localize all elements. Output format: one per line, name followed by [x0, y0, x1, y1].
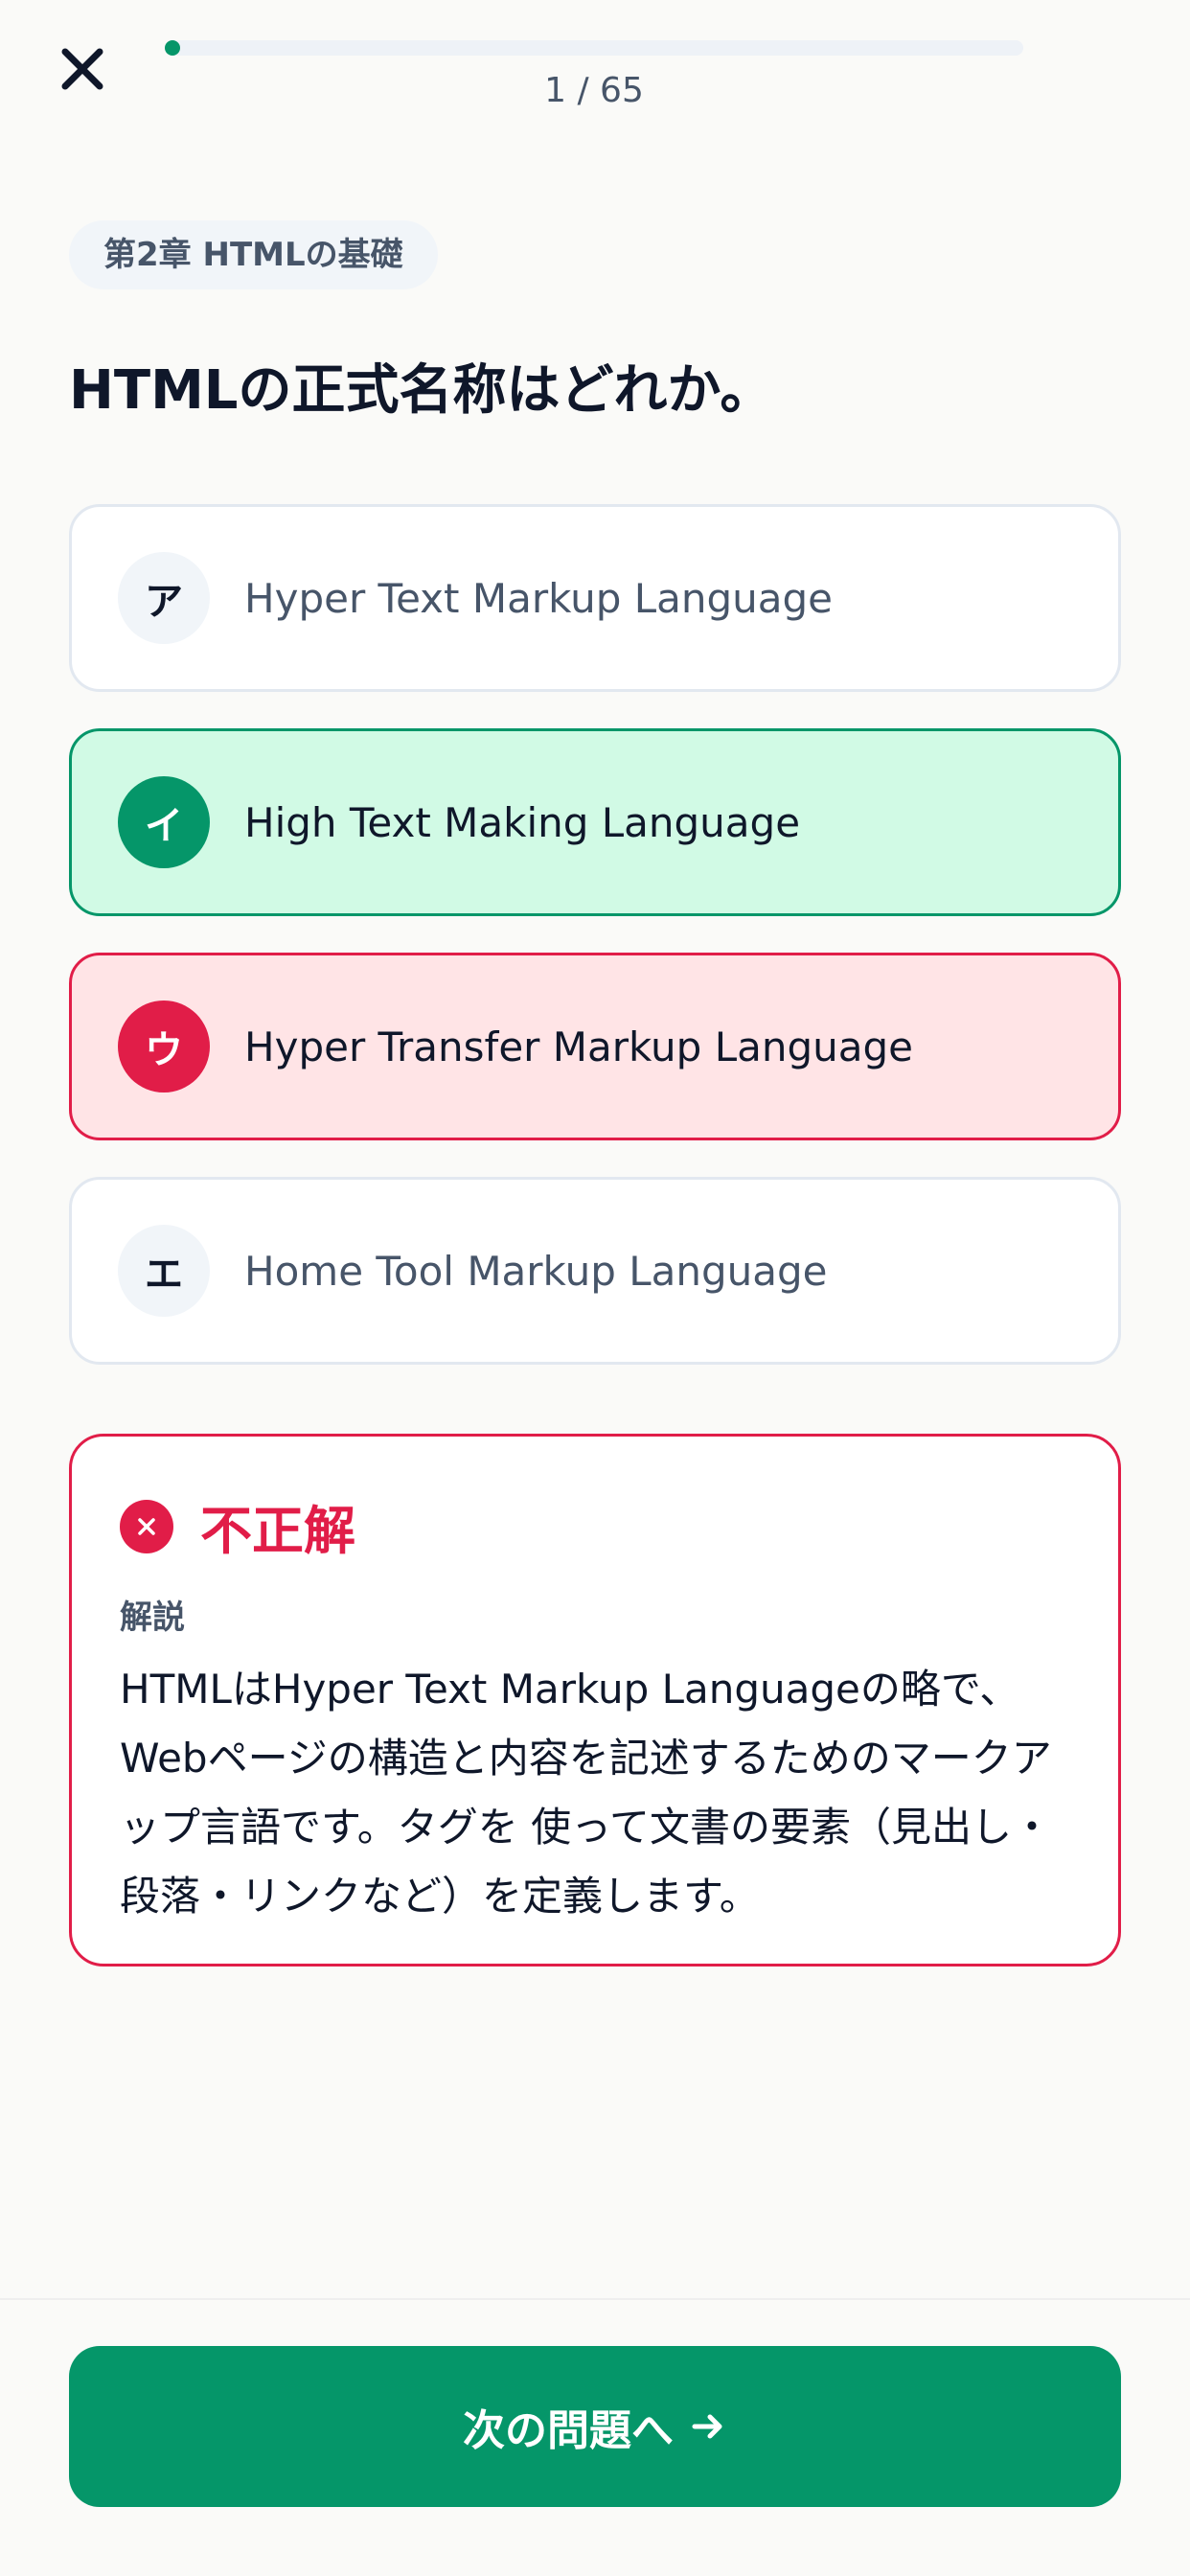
option-label: Hyper Text Markup Language [244, 574, 834, 622]
option-e[interactable]: エ Home Tool Markup Language [69, 1177, 1121, 1365]
close-button[interactable] [54, 40, 111, 98]
answer-options: ア Hyper Text Markup Language イ High Text… [69, 504, 1121, 1401]
option-badge: イ [118, 776, 210, 868]
option-label: Home Tool Markup Language [244, 1247, 828, 1295]
option-label: Hyper Transfer Markup Language [244, 1023, 913, 1070]
option-u[interactable]: ウ Hyper Transfer Markup Language [69, 953, 1121, 1140]
next-button-label: 次の問題へ [463, 2406, 674, 2455]
explanation-label: 解説 [120, 1598, 185, 1637]
close-icon [61, 48, 103, 90]
progress-text: 1 / 65 [544, 71, 644, 110]
result-title: 不正解 [200, 1501, 355, 1561]
chapter-chip: 第2章 HTMLの基礎 [69, 220, 438, 289]
option-a[interactable]: ア Hyper Text Markup Language [69, 504, 1121, 692]
next-question-button[interactable]: 次の問題へ [69, 2346, 1121, 2507]
option-badge: エ [118, 1225, 210, 1317]
x-circle-icon [120, 1499, 173, 1553]
option-i[interactable]: イ High Text Making Language [69, 728, 1121, 916]
arrow-right-icon [692, 2414, 722, 2439]
question-text: HTMLの正式名称はどれか。 [69, 359, 774, 422]
progress-fill [165, 40, 180, 56]
progress-bar [165, 40, 1023, 56]
footer-divider [0, 2298, 1190, 2300]
option-label: High Text Making Language [244, 798, 801, 846]
result-card: 不正解 解説 HTMLはHyper Text Markup Languageの略… [69, 1434, 1121, 1966]
option-badge: ウ [118, 1000, 210, 1092]
option-badge: ア [118, 552, 210, 644]
result-header: 不正解 [120, 1488, 1070, 1564]
explanation-text: HTMLはHyper Text Markup Languageの略で、Webペー… [120, 1666, 1053, 1920]
